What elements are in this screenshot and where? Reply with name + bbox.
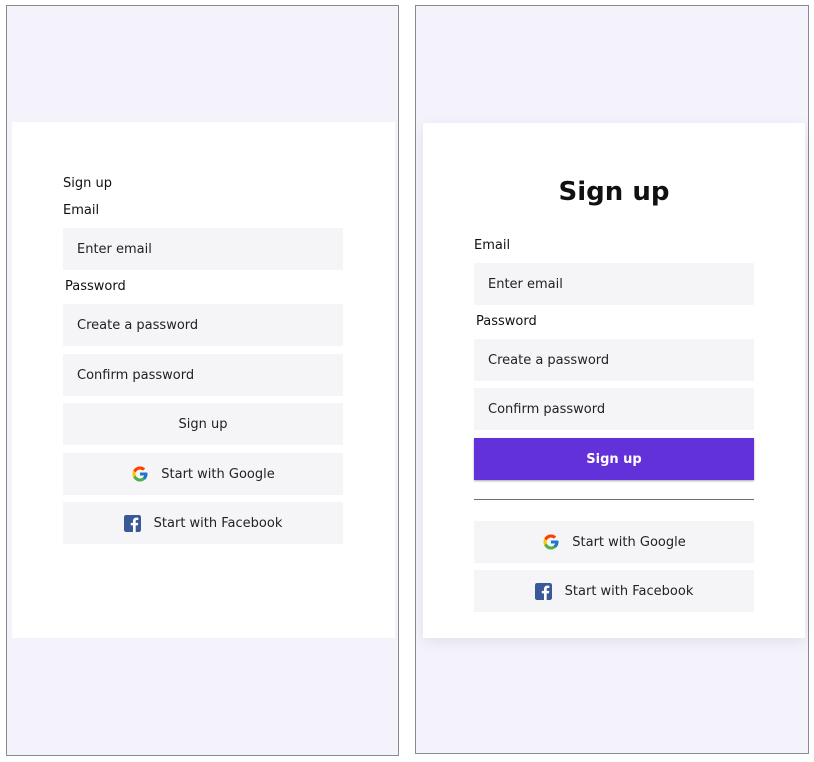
facebook-signup-button[interactable]: Start with Facebook (474, 570, 754, 612)
form-title: Sign up (63, 176, 112, 191)
signup-card: Sign up Email Password Sign up Start wit… (423, 123, 805, 638)
divider (474, 499, 754, 500)
facebook-signup-button[interactable]: Start with Facebook (63, 502, 343, 544)
left-screen: Sign up Email Password Sign up Start wit… (6, 5, 399, 756)
google-signup-button[interactable]: Start with Google (63, 453, 343, 495)
signup-button[interactable]: Sign up (63, 403, 343, 445)
password-label: Password (65, 279, 126, 294)
signup-button[interactable]: Sign up (474, 438, 754, 480)
password-label: Password (476, 314, 537, 329)
google-button-label: Start with Google (572, 534, 686, 550)
signup-button-label: Sign up (178, 416, 228, 432)
create-password-input[interactable] (63, 304, 343, 346)
signup-button-label: Sign up (586, 451, 642, 467)
facebook-icon (535, 582, 553, 600)
email-label: Email (63, 203, 100, 218)
email-input[interactable] (63, 228, 343, 270)
google-icon (131, 465, 149, 483)
facebook-button-label: Start with Facebook (153, 515, 283, 531)
signup-card: Sign up Email Password Sign up Start wit… (12, 122, 395, 638)
google-button-label: Start with Google (161, 466, 275, 482)
form-title: Sign up (558, 177, 670, 207)
create-password-input[interactable] (474, 339, 754, 381)
google-icon (542, 533, 560, 551)
facebook-button-label: Start with Facebook (564, 583, 694, 599)
confirm-password-input[interactable] (474, 388, 754, 430)
right-screen: Sign up Email Password Sign up Start wit… (415, 5, 809, 754)
confirm-password-input[interactable] (63, 354, 343, 396)
email-input[interactable] (474, 263, 754, 305)
facebook-icon (124, 514, 142, 532)
email-label: Email (474, 238, 511, 253)
google-signup-button[interactable]: Start with Google (474, 521, 754, 563)
